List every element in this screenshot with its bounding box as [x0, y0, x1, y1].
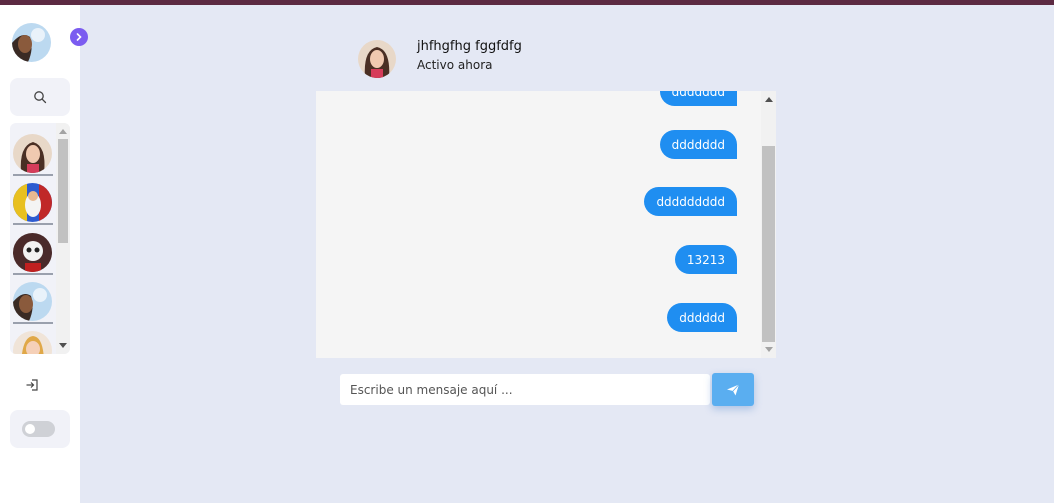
contact-divider — [13, 223, 53, 225]
theme-toggle[interactable] — [22, 421, 55, 437]
theme-toggle-container — [10, 410, 70, 448]
scroll-down-arrow-icon[interactable] — [765, 347, 773, 352]
message-bubble: 13213 — [674, 245, 737, 274]
message-list[interactable]: ddddddd ddddddd ddddddddd 13213 dddddd — [316, 91, 776, 358]
contact-item[interactable] — [12, 282, 54, 324]
scroll-up-arrow-icon[interactable] — [765, 97, 773, 102]
logout-button[interactable] — [22, 375, 42, 395]
search-icon — [34, 91, 47, 104]
scrollbar-thumb[interactable] — [762, 146, 775, 342]
message-bubble: ddddddd — [659, 91, 737, 106]
contact-item[interactable] — [12, 331, 54, 354]
user-avatar[interactable] — [12, 23, 51, 62]
contact-avatar — [13, 134, 52, 173]
message-bubble: ddddddd — [659, 130, 737, 159]
send-button[interactable] — [712, 373, 754, 406]
expand-sidebar-button[interactable] — [70, 28, 88, 46]
scroll-up-arrow-icon[interactable] — [59, 129, 67, 134]
top-accent-bar — [0, 0, 1054, 5]
sidebar — [0, 5, 80, 503]
toggle-knob — [25, 424, 35, 434]
search-button[interactable] — [10, 78, 70, 116]
scrollbar-thumb[interactable] — [58, 139, 68, 243]
messages-scrollbar[interactable] — [761, 91, 776, 358]
message-bubble: ddddddddd — [644, 187, 737, 216]
chat-contact-avatar[interactable] — [358, 40, 396, 78]
contact-list[interactable] — [10, 123, 70, 354]
message-input[interactable] — [340, 374, 710, 405]
contacts-scrollbar[interactable] — [56, 123, 70, 354]
contact-avatar — [13, 282, 52, 321]
contact-divider — [13, 273, 53, 275]
chevron-right-icon — [76, 33, 82, 41]
contact-item[interactable] — [12, 134, 54, 176]
chat-contact-name: jhfhgfhg fggfdfg — [417, 39, 522, 54]
message-bubble: dddddd — [667, 303, 737, 332]
contact-avatar — [13, 183, 52, 222]
chat-contact-status: Activo ahora — [417, 58, 493, 72]
logout-icon — [26, 379, 38, 391]
contact-avatar — [13, 331, 52, 354]
send-icon — [727, 383, 740, 395]
contact-divider — [13, 174, 53, 176]
contact-avatar — [13, 233, 52, 272]
contact-item[interactable] — [12, 233, 54, 275]
scroll-down-arrow-icon[interactable] — [59, 343, 67, 348]
contact-divider — [13, 322, 53, 324]
contact-item[interactable] — [12, 183, 54, 225]
